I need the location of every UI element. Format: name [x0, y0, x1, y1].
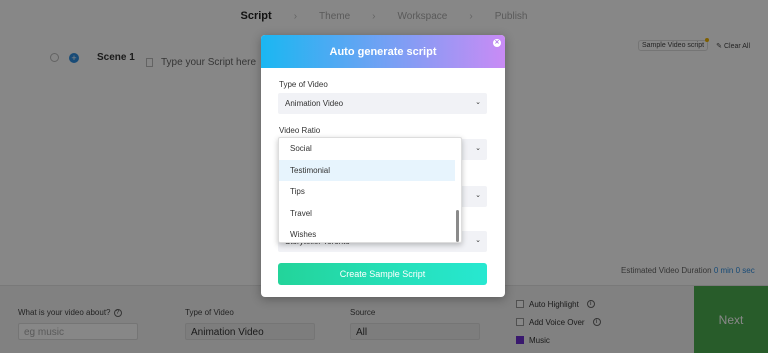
dropdown-option-selected[interactable]: Testimonial	[279, 159, 455, 181]
chevron-down-icon: ⌄	[475, 192, 481, 199]
video-ratio-label: Video Ratio	[279, 126, 321, 135]
dropdown-scrollbar[interactable]	[456, 210, 459, 242]
type-of-video-label: Type of Video	[279, 80, 328, 89]
modal-title: Auto generate script	[329, 45, 437, 58]
type-of-video-select[interactable]: Animation Video ⌄	[278, 93, 487, 114]
type-of-video-value: Animation Video	[285, 99, 344, 108]
modal-header: Auto generate script	[261, 35, 505, 68]
chevron-down-icon: ⌄	[475, 237, 481, 244]
category-dropdown: Social Testimonial Tips Travel Wishes	[278, 137, 462, 243]
dropdown-option[interactable]: Wishes	[279, 224, 461, 242]
dropdown-option[interactable]: Travel	[279, 203, 461, 225]
chevron-down-icon: ⌄	[475, 99, 481, 106]
chevron-down-icon: ⌄	[475, 145, 481, 152]
dropdown-option[interactable]: Tips	[279, 181, 461, 203]
dropdown-option[interactable]: Social	[279, 138, 461, 160]
close-icon[interactable]: ✕	[493, 39, 501, 47]
create-sample-script-button[interactable]: Create Sample Script	[278, 263, 487, 285]
